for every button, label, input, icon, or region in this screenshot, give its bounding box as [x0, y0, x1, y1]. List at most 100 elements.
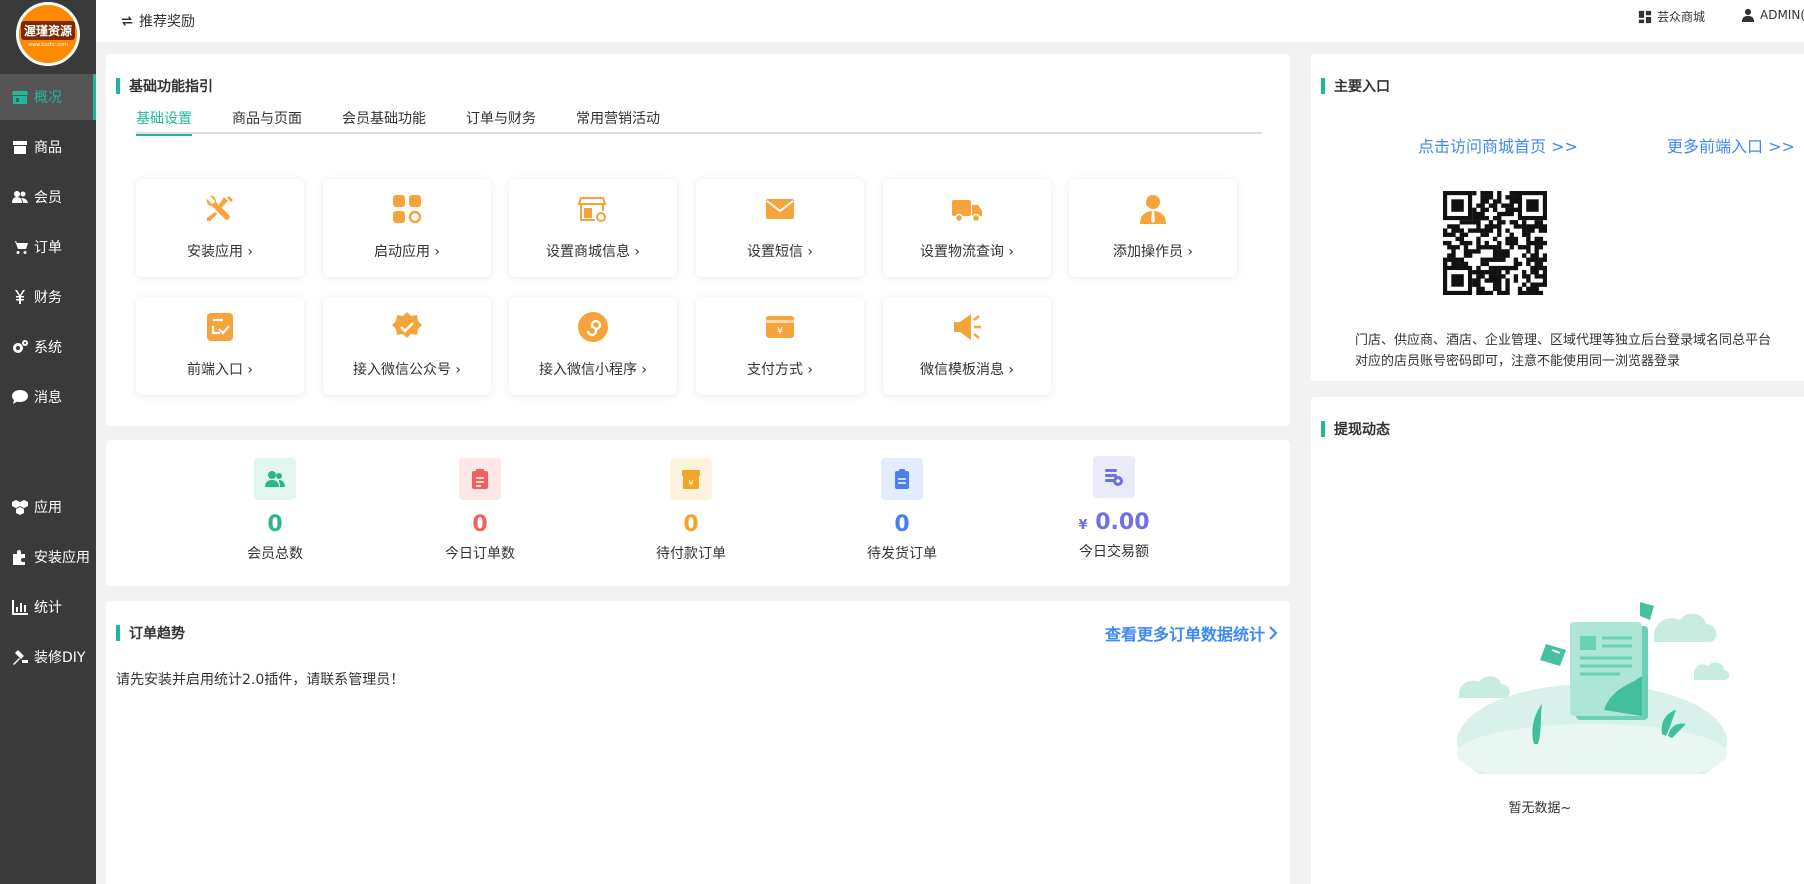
stat-value: 0: [894, 512, 910, 537]
entry-description-line: 对应的店员账号密码即可，注意不能使用同一浏览器登录: [1355, 354, 1681, 369]
main-entry-title: 主要入口: [1321, 76, 1390, 96]
sidebar: 渥瑾资源 www.bzzbc.com 概况 商品 会员 订单 财务 系统 消息 …: [0, 0, 96, 884]
logo-text: 渥瑾资源: [20, 20, 75, 40]
stat-member-total[interactable]: 0 会员总数: [195, 458, 355, 574]
empty-state-illustration: [1454, 594, 1744, 800]
tile-logistics-query[interactable]: 设置物流查询 ›: [883, 179, 1051, 277]
tab-member-basics[interactable]: 会员基础功能: [342, 108, 426, 134]
sidebar-item-label: 系统: [34, 340, 62, 356]
guide-tabs: 基础设置 商品与页面 会员基础功能 订单与财务 常用营销活动: [136, 108, 1262, 136]
wallet-icon: ¥: [764, 311, 796, 343]
envelope-icon: [764, 193, 796, 225]
svg-text:¥: ¥: [688, 479, 693, 488]
sidebar-item-apps[interactable]: 应用: [0, 484, 96, 530]
gavel-icon: [12, 649, 28, 665]
gears-icon: [12, 339, 28, 355]
empty-state-label: 暂无数据~: [1508, 801, 1572, 816]
shop-link[interactable]: 芸众商城: [1638, 8, 1705, 25]
tab-goods-pages[interactable]: 商品与页面: [232, 108, 302, 134]
brand-logo[interactable]: 渥瑾资源 www.bzzbc.com: [16, 2, 80, 66]
tile-frontend-entry[interactable]: 前端入口 ›: [136, 297, 304, 395]
referral-reward-link[interactable]: 推荐奖励: [120, 11, 195, 31]
user-menu[interactable]: ADMIN(: [1741, 8, 1804, 22]
sidebar-item-install-apps[interactable]: 安装应用: [0, 534, 96, 580]
stat-label: 待付款订单: [656, 546, 726, 562]
sidebar-item-label: 消息: [34, 390, 62, 406]
visit-shop-home-link[interactable]: 点击访问商城首页 >>: [1418, 133, 1578, 157]
top-bar: 推荐奖励 芸众商城 ADMIN(: [96, 0, 1804, 42]
tile-payment-methods[interactable]: ¥ 支付方式 ›: [696, 297, 864, 395]
logo-subtext: www.bzzbc.com: [27, 41, 68, 48]
store-icon: [12, 89, 28, 105]
sidebar-item-messages[interactable]: 消息: [0, 374, 96, 420]
entry-description-line: 门店、供应商、酒店、企业管理、区域代理等独立后台登录域名同总平台: [1355, 333, 1772, 348]
tile-label: 前端入口: [186, 362, 243, 378]
tab-basic-settings[interactable]: 基础设置: [136, 108, 192, 136]
puzzle-icon: [12, 549, 28, 565]
sidebar-item-diy[interactable]: 装修DIY: [0, 634, 96, 680]
stat-label: 会员总数: [247, 546, 303, 562]
chevron-right-icon: ›: [807, 362, 814, 378]
tile-wechat-template[interactable]: 微信模板消息 ›: [883, 297, 1051, 395]
withdraw-activity-title-text: 提现动态: [1334, 422, 1390, 438]
sidebar-item-members[interactable]: 会员: [0, 174, 96, 220]
sidebar-item-overview[interactable]: 概况: [0, 74, 96, 120]
clipboard-icon: [459, 458, 501, 500]
sidebar-item-statistics[interactable]: 统计: [0, 584, 96, 630]
chat-icon: [12, 389, 28, 405]
coins-icon: [1093, 456, 1135, 498]
chevron-right-icon: ›: [247, 244, 254, 260]
sidebar-item-label: 统计: [34, 600, 62, 616]
stat-label: 今日订单数: [445, 546, 515, 562]
function-guide-title-text: 基础功能指引: [129, 79, 213, 95]
stat-label: 待发货订单: [867, 546, 937, 562]
more-order-stats-link[interactable]: 查看更多订单数据统计: [1105, 621, 1278, 645]
chevron-right-icon: ›: [1008, 362, 1015, 378]
tile-wechat-miniprogram[interactable]: 接入微信小程序 ›: [509, 297, 677, 395]
sidebar-item-label: 订单: [34, 240, 62, 256]
main-entry-title-text: 主要入口: [1334, 79, 1390, 95]
stat-label: 今日交易额: [1079, 544, 1149, 560]
stat-value-wrap: ¥ 0.00: [1034, 510, 1194, 535]
user-icon: [1741, 8, 1760, 22]
stat-value: 0: [472, 512, 488, 537]
stat-pending-shipment[interactable]: 0 待发货订单: [822, 458, 982, 574]
sidebar-item-finance[interactable]: 财务: [0, 274, 96, 320]
tile-label: 启动应用: [373, 244, 430, 260]
tab-marketing[interactable]: 常用营销活动: [576, 108, 660, 134]
tile-add-operator[interactable]: 添加操作员 ›: [1069, 179, 1237, 277]
stat-value: 0: [267, 512, 283, 537]
title-accent-bar: [1321, 78, 1325, 94]
sidebar-item-label: 会员: [34, 190, 62, 206]
function-guide-title: 基础功能指引: [116, 76, 213, 96]
tile-launch-apps[interactable]: 启动应用 ›: [323, 179, 491, 277]
stat-pending-payment[interactable]: ¥ 0 待付款订单: [611, 458, 771, 574]
tile-label: 接入微信小程序: [538, 362, 637, 378]
title-accent-bar: [1321, 421, 1325, 437]
tile-sms-settings[interactable]: 设置短信 ›: [696, 179, 864, 277]
tile-label: 微信模板消息: [919, 362, 1004, 378]
truck-icon: [951, 193, 983, 225]
stat-today-revenue[interactable]: ¥ 0.00 今日交易额: [1034, 456, 1194, 572]
more-frontend-entries-link[interactable]: 更多前端入口 >>: [1667, 133, 1795, 157]
yen-icon: [12, 289, 28, 305]
sidebar-item-label: 概况: [34, 90, 62, 106]
person-icon: [1137, 193, 1169, 225]
tile-label: 设置商城信息: [545, 244, 630, 260]
sidebar-item-orders[interactable]: 订单: [0, 224, 96, 270]
users-icon: [12, 189, 28, 205]
tile-wechat-official[interactable]: 接入微信公众号 ›: [323, 297, 491, 395]
cubes-icon: [12, 499, 28, 515]
tile-shop-info[interactable]: 设置商城信息 ›: [509, 179, 677, 277]
tile-label: 添加操作员: [1112, 244, 1183, 260]
stats-card: 0 会员总数 0 今日订单数 ¥ 0 待付款订单 0 待发货订单 ¥ 0.00 …: [106, 440, 1290, 586]
chevron-right-icon: ›: [807, 244, 814, 260]
sidebar-item-system[interactable]: 系统: [0, 324, 96, 370]
more-order-stats-label: 查看更多订单数据统计: [1104, 625, 1265, 644]
withdraw-activity-title: 提现动态: [1321, 419, 1390, 439]
stat-today-orders[interactable]: 0 今日订单数: [400, 458, 560, 574]
empty-state-text: 暂无数据~: [1311, 797, 1804, 816]
tab-orders-finance[interactable]: 订单与财务: [466, 108, 536, 134]
sidebar-item-goods[interactable]: 商品: [0, 124, 96, 170]
tile-install-apps[interactable]: 安装应用 ›: [136, 179, 304, 277]
